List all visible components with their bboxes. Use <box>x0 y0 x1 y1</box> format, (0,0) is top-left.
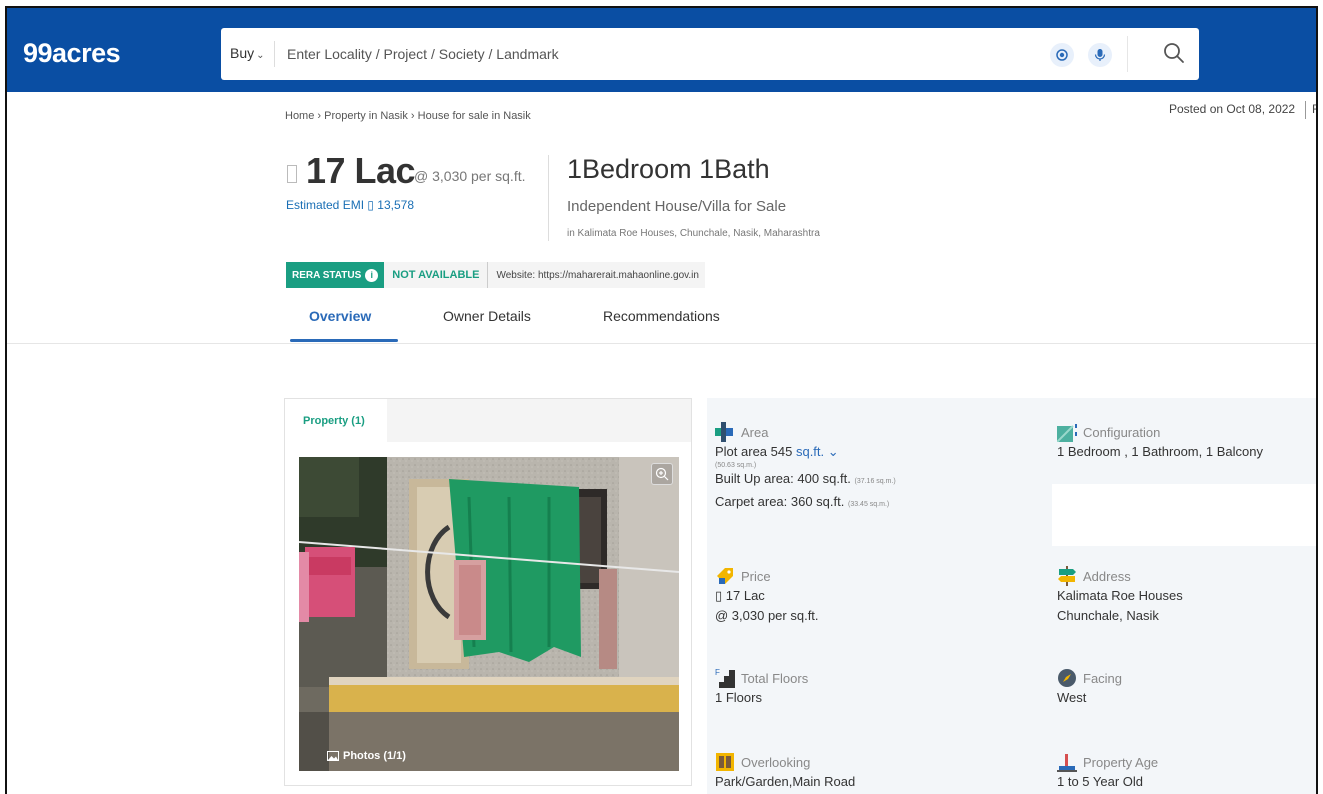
listing-location: in Kalimata Roe Houses, Chunchale, Nasik… <box>567 228 820 239</box>
detail-configuration-value: 1 Bedroom , 1 Bathroom, 1 Balcony <box>1057 444 1263 459</box>
divider <box>1127 36 1128 72</box>
search-input[interactable] <box>287 42 1027 66</box>
buy-dropdown[interactable]: Buy ⌄ <box>230 45 265 61</box>
detail-price-label: Price <box>741 568 771 584</box>
tab-recommendations[interactable]: Recommendations <box>603 308 720 324</box>
estimated-emi-link[interactable]: Estimated EMI ▯ 13,578 <box>286 198 414 212</box>
price-amount: 17 Lac <box>306 150 416 191</box>
detail-price-value: ▯ 17 Lac <box>715 588 765 603</box>
tab-owner-details[interactable]: Owner Details <box>443 308 531 324</box>
detail-address-line1: Kalimata Roe Houses <box>1057 588 1183 603</box>
detail-address-label: Address <box>1083 568 1131 584</box>
tab-property-photos[interactable]: Property (1) <box>285 399 387 442</box>
floors-icon: F <box>715 668 735 688</box>
rera-bar: RERA STATUS i NOT AVAILABLE Website: htt… <box>286 262 705 288</box>
photos-count-button[interactable]: Photos (1/1) <box>327 750 406 762</box>
chevron-down-icon: ⌄ <box>827 444 839 459</box>
search-icon[interactable] <box>1161 40 1187 66</box>
listing-subtitle: Independent House/Villa for Sale <box>567 198 787 215</box>
zoom-in-icon[interactable] <box>651 463 673 485</box>
location-icon[interactable] <box>1050 43 1074 67</box>
detail-overlooking-label: Overlooking <box>741 754 811 770</box>
info-icon[interactable]: i <box>365 268 379 282</box>
rupee-icon <box>287 165 297 183</box>
detail-facing-label: Facing <box>1083 670 1123 686</box>
unit-label: sq.ft. <box>795 444 825 459</box>
detail-property-age-value: 1 to 5 Year Old <box>1057 774 1144 789</box>
carpet-area-sqm: (33.45 sq.m.) <box>847 501 890 508</box>
detail-address: Address Kalimata Roe Houses Chunchale, N… <box>1057 566 1183 626</box>
detail-configuration: Configuration 1 Bedroom , 1 Bathroom, 1 … <box>1056 422 1263 462</box>
building-age-icon <box>1057 752 1077 772</box>
page-frame: 99acres Buy⌄ Home › Property in Nasik › … <box>5 6 1318 794</box>
detail-overlooking: Overlooking Park/Garden,Main Road <box>715 752 855 792</box>
detail-area: Area Plot area 545 sq.ft. ⌄ (50.63 sq.m.… <box>715 422 896 515</box>
detail-price: Price ▯ 17 Lac @ 3,030 per sq.ft. <box>715 566 819 626</box>
compass-icon <box>1057 668 1077 688</box>
detail-property-age: Property Age 1 to 5 Year Old <box>1057 752 1158 792</box>
detail-price-rate: @ 3,030 per sq.ft. <box>715 608 819 623</box>
microphone-icon[interactable] <box>1088 43 1112 67</box>
builtup-area-value: Built Up area: 400 sq.ft. <box>715 471 851 486</box>
active-tab-indicator <box>290 339 398 342</box>
signpost-icon <box>1057 566 1077 586</box>
empty-panel <box>1052 484 1316 546</box>
detail-total-floors: F Total Floors 1 Floors <box>715 668 808 708</box>
builtup-area-sqm: (37.16 sq.m.) <box>854 478 896 485</box>
chevron-down-icon: ⌄ <box>256 50 265 61</box>
media-card: Property (1) Photos (1/1) <box>284 398 692 786</box>
rera-badge-label: RERA STATUS <box>292 269 362 281</box>
detail-facing-value: West <box>1057 690 1087 705</box>
unit-dropdown[interactable]: sq.ft. ⌄ <box>796 444 839 459</box>
divider <box>548 155 549 241</box>
search-bar: Buy ⌄ <box>221 28 1199 80</box>
divider <box>1305 101 1306 119</box>
svg-text:F: F <box>715 668 720 677</box>
buy-label: Buy <box>230 45 255 61</box>
tab-overview[interactable]: Overview <box>309 308 371 324</box>
media-tabs: Property (1) <box>285 399 691 442</box>
rera-status-badge[interactable]: RERA STATUS i <box>286 262 385 288</box>
window-icon <box>715 752 735 772</box>
price-tag-icon <box>715 566 735 586</box>
divider <box>274 41 275 67</box>
price-rate: @ 3,030 per sq.ft. <box>414 168 526 184</box>
carpet-area-value: Carpet area: 360 sq.ft. <box>715 494 845 509</box>
site-logo[interactable]: 99acres <box>23 38 121 69</box>
detail-facing: Facing West <box>1057 668 1122 708</box>
detail-total-floors-value: 1 Floors <box>715 690 762 705</box>
top-header: 99acres Buy ⌄ <box>7 8 1316 92</box>
property-photo-image <box>299 457 679 771</box>
listing-title: 1Bedroom 1Bath <box>567 154 770 184</box>
detail-property-age-label: Property Age <box>1083 754 1159 770</box>
rera-status-value: NOT AVAILABLE <box>384 262 488 288</box>
detail-configuration-label: Configuration <box>1083 424 1161 440</box>
plot-area-sqm: (50.63 sq.m.) <box>715 462 757 469</box>
rera-website[interactable]: Website: https://maharerait.mahaonline.g… <box>487 262 705 288</box>
image-icon <box>327 751 339 761</box>
detail-area-label: Area <box>741 424 769 440</box>
divider <box>7 343 1316 344</box>
detail-overlooking-value: Park/Garden,Main Road <box>715 774 856 789</box>
detail-address-line2: Chunchale, Nasik <box>1057 608 1159 623</box>
configuration-icon <box>1056 422 1077 443</box>
breadcrumb[interactable]: Home › Property in Nasik › House for sal… <box>285 110 531 122</box>
area-icon <box>715 422 735 442</box>
photos-count-label: Photos (1/1) <box>343 750 406 762</box>
plot-area-value: Plot area 545 <box>715 444 793 459</box>
property-photo[interactable]: Photos (1/1) <box>299 457 679 771</box>
detail-total-floors-label: Total Floors <box>741 670 809 686</box>
posted-extra: R <box>1312 102 1316 116</box>
property-details: Area Plot area 545 sq.ft. ⌄ (50.63 sq.m.… <box>707 398 1316 794</box>
posted-date: Posted on Oct 08, 2022 <box>1169 102 1296 116</box>
